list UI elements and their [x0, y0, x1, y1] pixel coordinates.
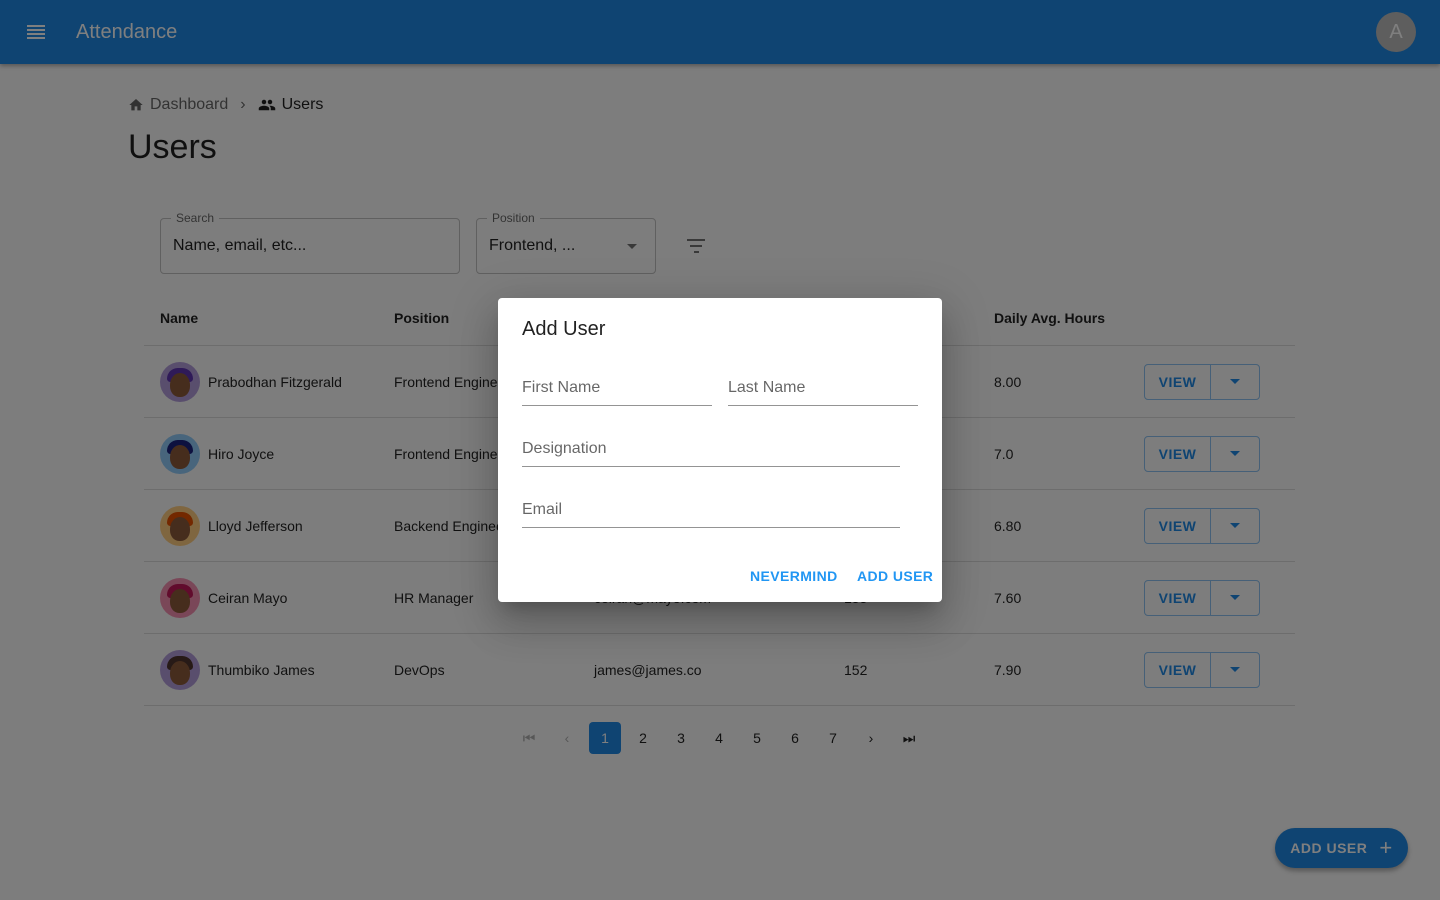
email-field[interactable]: Email — [522, 498, 900, 528]
nevermind-button[interactable]: NEVERMIND — [750, 568, 838, 584]
last-name-field[interactable]: Last Name — [728, 376, 918, 406]
dialog-title: Add User — [522, 318, 606, 340]
email-placeholder: Email — [522, 501, 563, 518]
first-name-placeholder: First Name — [522, 379, 601, 396]
first-name-field[interactable]: First Name — [522, 376, 712, 406]
last-name-placeholder: Last Name — [728, 379, 806, 396]
designation-field[interactable]: Designation — [522, 437, 900, 467]
designation-placeholder: Designation — [522, 440, 607, 457]
confirm-add-user-button[interactable]: ADD USER — [857, 568, 933, 584]
